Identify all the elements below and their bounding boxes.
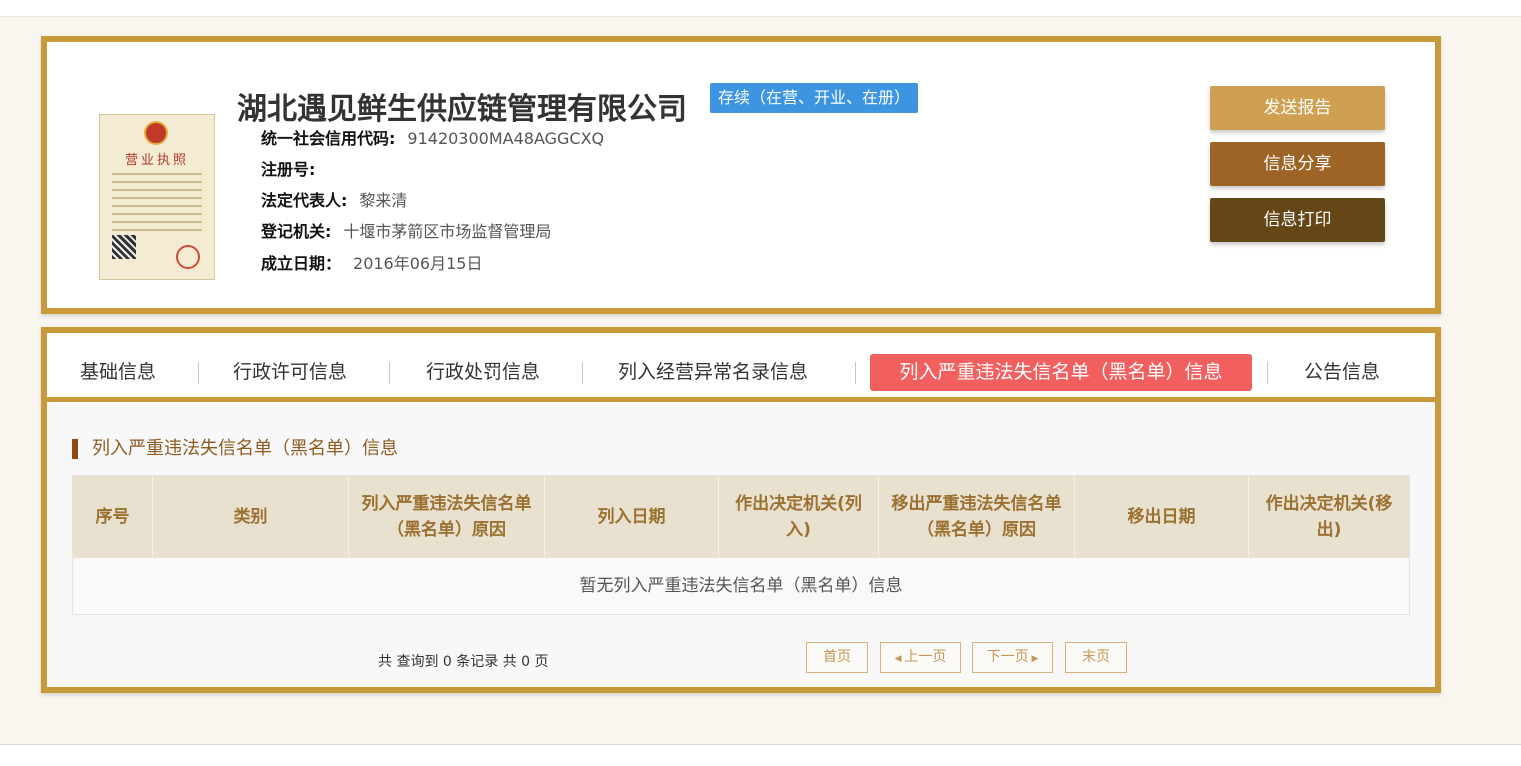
business-license-image[interactable]: 营业执照 [99,114,215,280]
tab-divider [198,362,199,384]
tab-divider [1267,362,1268,384]
empty-table-message: 暂无列入严重违法失信名单（黑名单）信息 [579,576,903,596]
credit-code-row: 统一社会信用代码: 91420300MA48AGGCXQ [261,125,604,149]
section-title: 列入严重违法失信名单（黑名单）信息 [72,439,398,459]
last-page-button[interactable]: 末页 [1065,642,1127,673]
next-page-label: 下一页 [986,649,1029,665]
first-page-button[interactable]: 首页 [806,642,868,673]
registration-authority-value: 十堰市茅箭区市场监督管理局 [343,222,552,241]
blacklist-table: 序号 类别 列入严重违法失信名单（黑名单）原因 列入日期 作出决定机关(列入) … [72,475,1410,615]
table-header: 序号 类别 列入严重违法失信名单（黑名单）原因 列入日期 作出决定机关(列入) … [73,476,1409,558]
column-header: 移出严重违法失信名单（黑名单）原因 [879,476,1075,558]
column-header: 序号 [73,476,153,558]
tab-divider [389,362,390,384]
credit-code-value: 91420300MA48AGGCXQ [407,129,605,148]
tab-announcement[interactable]: 公告信息 [1304,354,1380,391]
column-header: 作出决定机关(列入) [719,476,879,558]
established-date-value: 2016年06月15日 [353,254,483,273]
prev-page-button[interactable]: ◀ 上一页 [880,642,961,673]
share-info-button[interactable]: 信息分享 [1210,142,1385,186]
column-header: 列入日期 [545,476,719,558]
national-emblem-icon [144,121,168,145]
registration-authority-row: 登记机关: 十堰市茅箭区市场监督管理局 [261,218,551,242]
print-info-button[interactable]: 信息打印 [1210,198,1385,242]
credit-code-label: 统一社会信用代码: [261,129,396,148]
established-date-label: 成立日期： [261,254,342,273]
company-header-card: 营业执照 湖北遇见鲜生供应链管理有限公司 存续（在营、开业、在册） 统一社会信用… [41,36,1441,314]
established-date-row: 成立日期： 2016年06月15日 [261,250,482,274]
legal-representative-row: 法定代表人: 黎来清 [261,187,407,211]
company-name: 湖北遇见鲜生供应链管理有限公司 [237,92,687,127]
column-header: 列入严重违法失信名单（黑名单）原因 [349,476,545,558]
bottom-strip [0,744,1521,766]
status-badge: 存续（在营、开业、在册） [710,83,919,113]
registration-authority-label: 登记机关: [261,222,332,241]
column-header: 移出日期 [1075,476,1249,558]
content-card: 基础信息 行政许可信息 行政处罚信息 列入经营异常名录信息 列入严重违法失信名单… [41,327,1441,693]
pagination-summary: 共 查询到 0 条记录 共 0 页 [378,654,549,670]
license-text-lines [112,173,202,237]
seal-icon [176,245,200,269]
caret-left-icon: ◀ [894,654,905,664]
legal-representative-label: 法定代表人: [261,191,348,210]
tab-divider [855,362,856,384]
registration-number-label: 注册号: [261,160,316,179]
tab-admin-license[interactable]: 行政许可信息 [233,354,347,391]
tab-abnormal-operation[interactable]: 列入经营异常名录信息 [618,354,808,391]
legal-representative-value: 黎来清 [359,191,408,210]
tab-divider [582,362,583,384]
license-title: 营业执照 [124,153,189,168]
tab-admin-penalty[interactable]: 行政处罚信息 [426,354,540,391]
top-strip [0,0,1521,17]
tab-bar: 基础信息 行政许可信息 行政处罚信息 列入经营异常名录信息 列入严重违法失信名单… [47,333,1435,402]
column-header: 类别 [153,476,349,558]
prev-page-label: 上一页 [904,649,947,665]
qr-code-icon [112,235,136,259]
send-report-button[interactable]: 发送报告 [1210,86,1385,130]
tab-blacklist[interactable]: 列入严重违法失信名单（黑名单）信息 [870,354,1252,391]
column-header: 作出决定机关(移出) [1265,494,1393,540]
registration-number-row: 注册号: [261,156,327,180]
caret-right-icon: ▶ [1028,654,1039,664]
next-page-button[interactable]: 下一页 ▶ [972,642,1053,673]
tab-basic-info[interactable]: 基础信息 [80,354,156,391]
